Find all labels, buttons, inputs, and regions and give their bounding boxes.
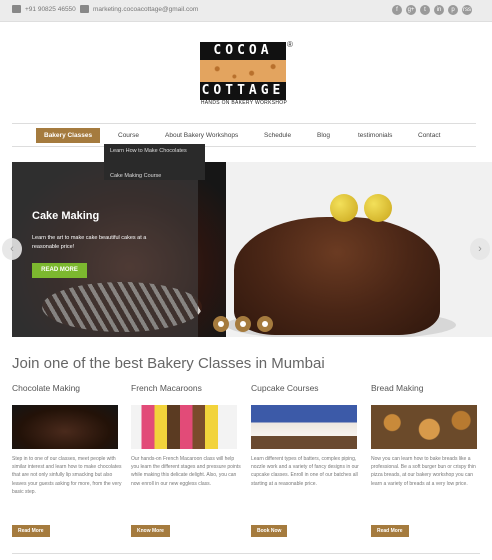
nav-course[interactable]: Course — [118, 128, 139, 143]
nav-schedule[interactable]: Schedule — [264, 128, 291, 143]
nav-contact[interactable]: Contact — [418, 128, 440, 143]
hero-slider: Cake Making Learn the art to make cake b… — [12, 162, 492, 337]
prev-arrow-icon[interactable]: ‹ — [2, 238, 22, 260]
logo-line-2: COTTAGE — [200, 82, 286, 100]
phone-contact[interactable]: +91 90825 46550 — [12, 5, 76, 13]
class-card: French Macaroons Our hands-on French Mac… — [131, 383, 241, 537]
social-links: f g+ t in p rss — [392, 5, 472, 15]
read-more-button[interactable]: Read More — [12, 525, 50, 537]
dropdown-item-cake-making[interactable]: Cake Making Course — [110, 172, 161, 180]
bread-image[interactable] — [371, 405, 477, 449]
facebook-icon[interactable]: f — [392, 5, 402, 15]
envelope-icon — [80, 5, 89, 13]
class-card: Chocolate Making Step in to one of our c… — [12, 383, 122, 537]
cupcake-image[interactable] — [251, 405, 357, 449]
card-description: Our hands-on French Macaroon class will … — [131, 456, 241, 487]
slide-dot-3[interactable] — [257, 316, 273, 332]
slide-dot-2[interactable] — [235, 316, 251, 332]
twitter-icon[interactable]: t — [420, 5, 430, 15]
slider-pagination — [213, 316, 273, 332]
card-title[interactable]: Chocolate Making — [12, 383, 122, 395]
class-card: Bread Making Now you can learn how to ba… — [371, 383, 481, 537]
book-now-button[interactable]: Book Now — [251, 525, 288, 537]
card-description: Learn different types of batters, comple… — [251, 456, 359, 487]
section-headline: Join one of the best Bakery Classes in M… — [12, 355, 325, 372]
site-logo[interactable]: COCOA COTTAGE ® HANDS ON BAKERY WORKSHOP — [200, 40, 294, 106]
slide-caption: Cake Making Learn the art to make cake b… — [12, 162, 198, 337]
rss-icon[interactable]: rss — [462, 5, 472, 15]
logo-line-1: COCOA — [200, 42, 286, 60]
nav-bakery-classes[interactable]: Bakery Classes — [36, 128, 101, 143]
physalis-fruit — [364, 194, 392, 222]
next-arrow-icon[interactable]: › — [470, 238, 490, 260]
chocolate-image[interactable] — [12, 405, 118, 449]
macaroons-image[interactable] — [131, 405, 237, 449]
card-title[interactable]: Bread Making — [371, 383, 481, 395]
google-plus-icon[interactable]: g+ — [406, 5, 416, 15]
phone-icon — [12, 5, 21, 13]
card-description: Step in to one of our classes, meet peop… — [12, 456, 122, 495]
email-address: marketing.cocoacottage@gmail.com — [93, 5, 199, 13]
nav-blog[interactable]: Blog — [317, 128, 330, 143]
slide-title: Cake Making — [32, 210, 100, 222]
physalis-fruit — [330, 194, 358, 222]
read-more-button[interactable]: Read More — [371, 525, 409, 537]
pinterest-icon[interactable]: p — [448, 5, 458, 15]
slide-dot-1[interactable] — [213, 316, 229, 332]
course-dropdown: Learn How to Make Chocolates Cake Making… — [104, 144, 205, 180]
slide-text: Learn the art to make cake beautiful cak… — [32, 235, 147, 250]
logo-pattern — [200, 60, 286, 82]
class-card: Cupcake Courses Learn different types of… — [251, 383, 361, 537]
phone-number: +91 90825 46550 — [25, 5, 76, 13]
dropdown-item-chocolates[interactable]: Learn How to Make Chocolates — [110, 147, 200, 155]
email-contact[interactable]: marketing.cocoacottage@gmail.com — [80, 5, 198, 13]
card-description: Now you can learn how to bake breads lik… — [371, 456, 476, 487]
divider — [12, 553, 480, 554]
nav-about-bakery-workshops[interactable]: About Bakery Workshops — [165, 128, 238, 143]
main-navigation: Bakery Classes Course About Bakery Works… — [12, 123, 476, 147]
know-more-button[interactable]: Know More — [131, 525, 170, 537]
card-title[interactable]: French Macaroons — [131, 383, 241, 395]
registered-mark: ® — [287, 40, 293, 49]
linkedin-icon[interactable]: in — [434, 5, 444, 15]
nav-testimonials[interactable]: testimonials — [358, 128, 392, 143]
read-more-button[interactable]: READ MORE — [32, 263, 87, 278]
logo-tagline: HANDS ON BAKERY WORKSHOP — [200, 100, 288, 106]
card-title[interactable]: Cupcake Courses — [251, 383, 361, 395]
top-bar: +91 90825 46550 marketing.cocoacottage@g… — [0, 0, 492, 22]
cake-photo — [226, 162, 492, 337]
